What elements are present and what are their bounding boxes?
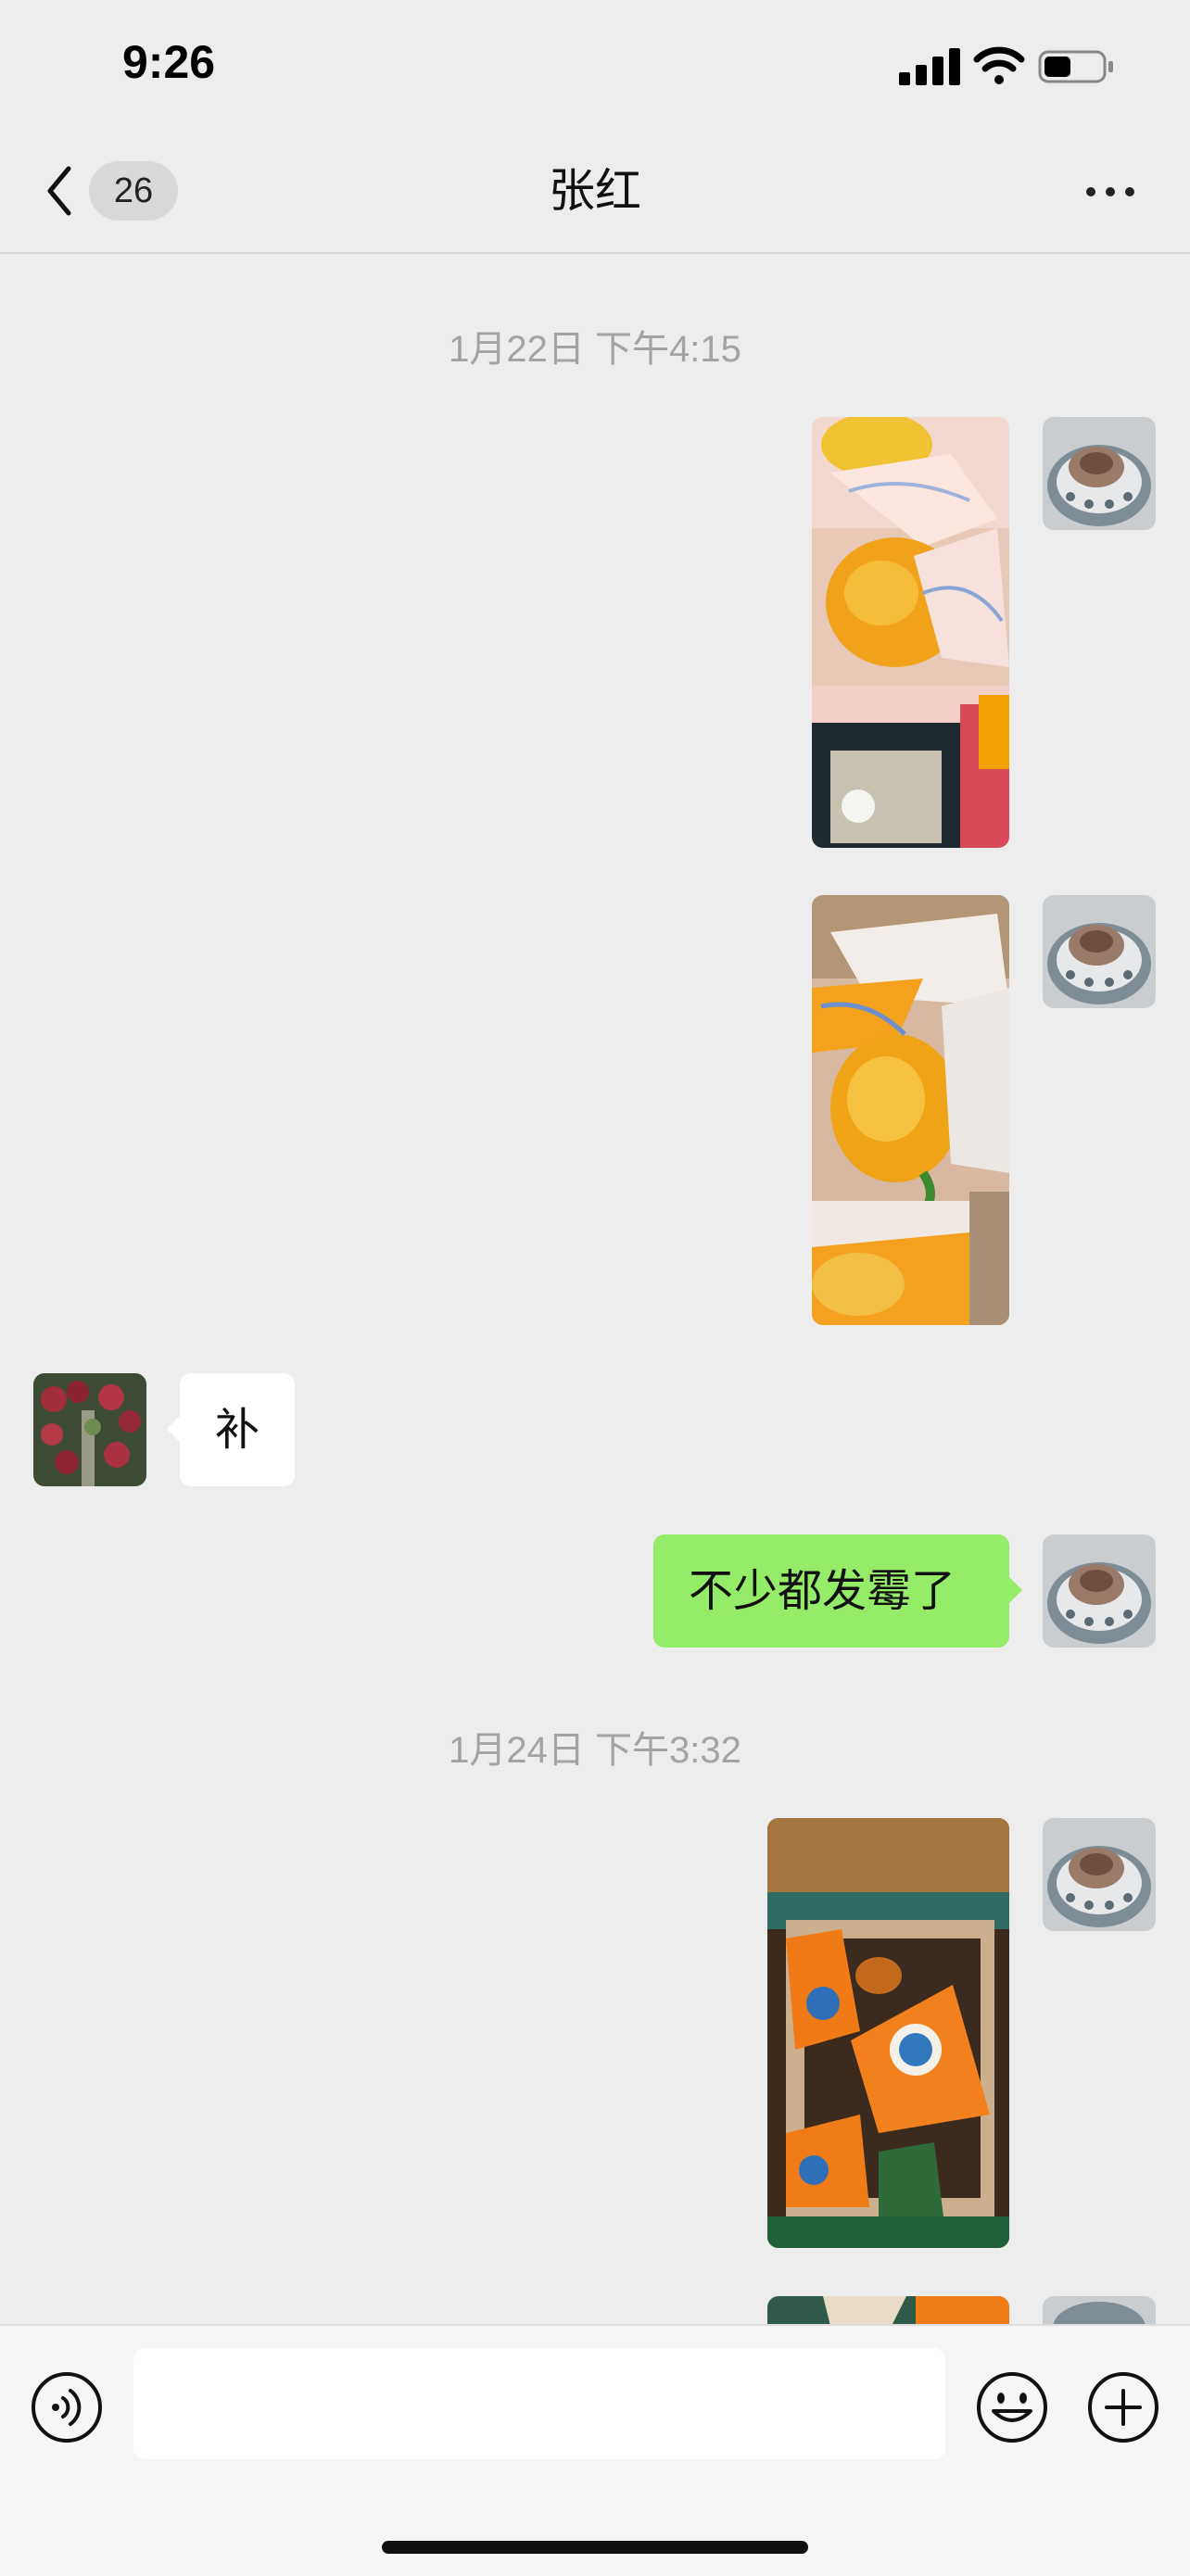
- wifi-icon: [973, 46, 1025, 84]
- message-input[interactable]: [133, 2348, 945, 2459]
- avatar-image: [1043, 895, 1156, 1008]
- avatar-image: [33, 1373, 146, 1486]
- avatar-self[interactable]: [1043, 417, 1156, 530]
- chat-title: 张红: [549, 164, 641, 218]
- emoji-icon[interactable]: [975, 2370, 1049, 2444]
- home-indicator[interactable]: [382, 2541, 808, 2554]
- plus-icon[interactable]: [1086, 2370, 1160, 2444]
- input-bar: [0, 2324, 1190, 2576]
- message-timestamp: 1月22日 下午4:15: [449, 329, 741, 370]
- outgoing-message-bubble[interactable]: 不少都发霉了: [653, 1534, 1022, 1648]
- avatar-contact[interactable]: [33, 1373, 146, 1486]
- avatar-self[interactable]: [1043, 895, 1156, 1008]
- avatar-self[interactable]: [1043, 1534, 1156, 1648]
- image-message[interactable]: [812, 895, 1009, 1325]
- battery-icon: [1038, 50, 1113, 83]
- more-dots-icon[interactable]: [1082, 176, 1138, 206]
- message-timestamp: 1月24日 下午3:32: [449, 1730, 741, 1771]
- photo-thumbnail: [812, 417, 1009, 848]
- avatar-self[interactable]: [1043, 2296, 1156, 2324]
- chat-header: 26 张红: [0, 130, 1190, 254]
- photo-thumbnail: [767, 1818, 1009, 2248]
- avatar-image: [1043, 1534, 1156, 1648]
- incoming-message-bubble[interactable]: 补: [166, 1373, 296, 1486]
- photo-thumbnail: [812, 895, 1009, 1325]
- avatar-image: [1043, 2296, 1156, 2324]
- image-message[interactable]: [767, 1818, 1009, 2248]
- avatar-image: [1043, 1818, 1156, 1931]
- status-bar: 9:26: [0, 0, 1190, 130]
- status-time: 9:26: [122, 36, 216, 88]
- cellular-signal-icon: [899, 48, 960, 85]
- avatar-image: [1043, 417, 1156, 530]
- image-message[interactable]: [812, 417, 1009, 848]
- avatar-self[interactable]: [1043, 1818, 1156, 1931]
- voice-icon[interactable]: [30, 2370, 104, 2444]
